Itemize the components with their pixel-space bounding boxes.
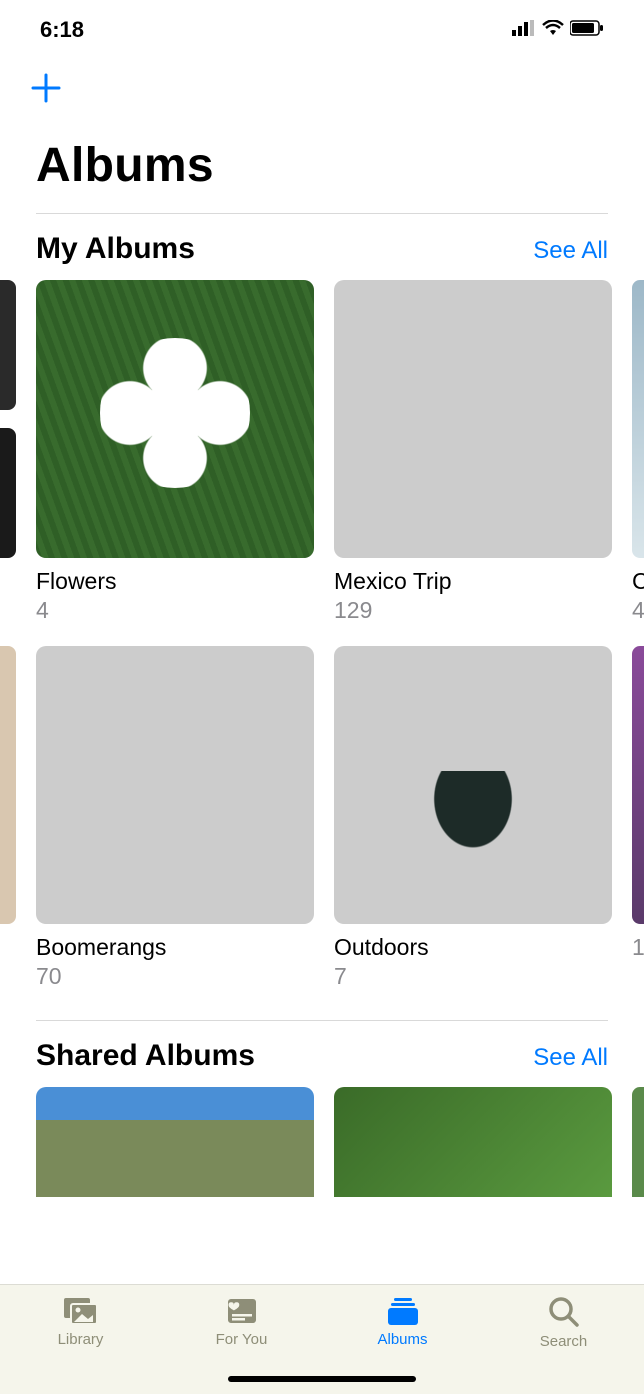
album-title: Boomerangs <box>36 934 314 961</box>
album-title-partial: C <box>632 568 644 595</box>
album-count: 70 <box>36 963 314 990</box>
album-count-partial: 4 <box>632 597 644 624</box>
album-thumbnail <box>36 280 314 558</box>
shared-album-peek[interactable] <box>632 1087 644 1197</box>
album-outdoors[interactable]: Outdoors 7 <box>334 646 612 990</box>
shared-albums-see-all[interactable]: See All <box>533 1044 608 1072</box>
tab-albums[interactable]: Albums <box>322 1295 483 1348</box>
album-count: 7 <box>334 963 612 990</box>
album-peek-left[interactable] <box>0 428 16 558</box>
my-albums-title: My Albums <box>36 232 195 266</box>
shared-albums-row[interactable] <box>0 1087 644 1197</box>
album-count-partial: 1 <box>632 934 644 961</box>
page-title: Albums <box>0 120 644 213</box>
tab-search[interactable]: Search <box>483 1295 644 1350</box>
status-indicators <box>512 20 604 41</box>
home-indicator[interactable] <box>228 1376 416 1382</box>
album-thumbnail <box>334 646 612 924</box>
tab-label: Albums <box>377 1331 427 1348</box>
album-title: Mexico Trip <box>334 568 612 595</box>
add-button[interactable] <box>28 70 64 111</box>
tab-label: Library <box>58 1331 104 1348</box>
album-title: Outdoors <box>334 934 612 961</box>
album-count: 129 <box>334 597 612 624</box>
my-albums-header: My Albums See All <box>0 214 644 280</box>
search-icon <box>547 1295 581 1329</box>
album-count: 4 <box>36 597 314 624</box>
for-you-icon <box>224 1295 260 1327</box>
status-bar: 6:18 <box>0 0 644 60</box>
album-mexico-trip[interactable]: Mexico Trip 129 <box>334 280 612 624</box>
shared-albums-header: Shared Albums See All <box>0 1021 644 1087</box>
battery-icon <box>570 20 604 41</box>
my-albums-row-1[interactable]: Flowers 4 Mexico Trip 129 C 4 <box>0 280 644 624</box>
my-albums-see-all[interactable]: See All <box>533 237 608 265</box>
album-boomerangs[interactable]: Boomerangs 70 <box>36 646 314 990</box>
nav-toolbar <box>0 60 644 120</box>
album-title: Flowers <box>36 568 314 595</box>
shared-albums-title: Shared Albums <box>36 1039 255 1073</box>
album-peek-right[interactable] <box>632 280 644 558</box>
shared-album[interactable] <box>36 1087 314 1197</box>
album-thumbnail <box>36 646 314 924</box>
tab-library[interactable]: Library <box>0 1295 161 1348</box>
album-peek-right[interactable] <box>632 646 644 924</box>
album-thumbnail <box>334 280 612 558</box>
wifi-icon <box>542 20 564 41</box>
cellular-icon <box>512 20 536 41</box>
library-icon <box>61 1295 101 1327</box>
album-flowers[interactable]: Flowers 4 <box>36 280 314 624</box>
my-albums-row-2[interactable]: Boomerangs 70 Outdoors 7 1 <box>0 646 644 990</box>
albums-icon <box>383 1295 423 1327</box>
album-peek-left[interactable] <box>0 280 16 410</box>
tab-label: For You <box>216 1331 268 1348</box>
status-time: 6:18 <box>40 17 84 43</box>
shared-album[interactable] <box>334 1087 612 1197</box>
tab-for-you[interactable]: For You <box>161 1295 322 1348</box>
album-peek-left[interactable] <box>0 646 16 924</box>
tab-label: Search <box>540 1333 588 1350</box>
plus-icon <box>28 70 64 106</box>
